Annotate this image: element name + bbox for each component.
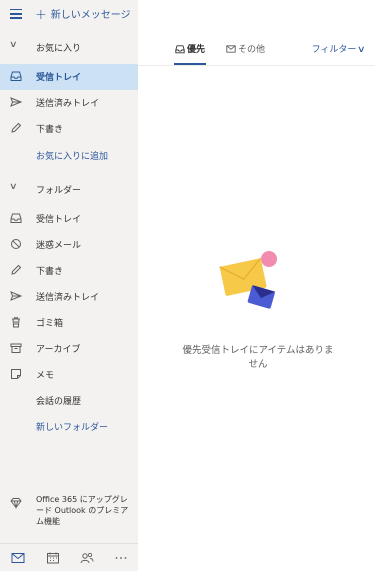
pencil-icon	[11, 264, 22, 275]
favorites-item-label: 送信済みトレイ	[36, 99, 100, 109]
folders-header[interactable]: ∨ フォルダー	[0, 179, 138, 201]
sent-icon	[10, 291, 22, 301]
folders-header-label: フォルダー	[36, 186, 82, 196]
folder-item-label: ゴミ箱	[36, 319, 64, 329]
people-icon[interactable]	[80, 552, 94, 564]
new-message-label: 新しいメッセージ	[50, 10, 131, 21]
folder-item-label: メモ	[36, 371, 55, 381]
tab-focused-label: 優先	[187, 45, 206, 55]
hamburger-menu-icon[interactable]	[10, 9, 22, 19]
favorites-item-label: 受信トレイ	[36, 73, 82, 83]
archive-icon	[10, 343, 22, 353]
folder-item-label: 送信済みトレイ	[36, 293, 100, 303]
mail-icon[interactable]	[11, 552, 25, 564]
favorites-header[interactable]: ∨ お気に入り	[0, 37, 138, 59]
folder-item-label: 下書き	[36, 267, 64, 277]
diamond-icon	[10, 498, 22, 509]
folder-item-label: アーカイブ	[36, 345, 81, 355]
empty-inbox-illustration	[219, 251, 277, 309]
tab-other-label: その他	[238, 45, 266, 55]
folder-item-drafts[interactable]: 下書き	[0, 258, 138, 284]
inbox-icon	[175, 45, 185, 54]
folder-item-label: 迷惑メール	[36, 241, 82, 251]
folder-item-sent[interactable]: 送信済みトレイ	[0, 284, 138, 310]
folder-item-label: 会話の履歴	[36, 397, 82, 407]
inbox-icon	[10, 71, 22, 81]
nav-toolbar: + 新しいメッセージ	[0, 0, 138, 28]
inbox-icon	[10, 213, 22, 223]
upgrade-promo[interactable]: Office 365 にアップグレード Outlook のプレミアム機能	[0, 494, 138, 530]
folder-item-conversation-history[interactable]: 会話の履歴	[0, 388, 138, 414]
mail-icon	[226, 45, 236, 53]
add-to-favorites-label: お気に入りに追加	[36, 152, 109, 162]
chevron-down-icon: ∨	[357, 45, 366, 55]
folder-item-label: 受信トレイ	[36, 215, 82, 225]
upgrade-promo-text: Office 365 にアップグレード Outlook のプレミアム機能	[36, 495, 129, 526]
block-icon	[11, 239, 21, 249]
trash-icon	[12, 317, 20, 328]
favorites-item-inbox[interactable]: 受信トレイ	[0, 64, 138, 90]
calendar-icon[interactable]	[46, 552, 60, 564]
folder-item-archive[interactable]: アーカイブ	[0, 336, 138, 362]
navigation-pane: + 新しいメッセージ ∨ お気に入り 受信トレイ 送信済みトレイ 下書き お気に入…	[0, 0, 138, 571]
filter-dropdown[interactable]: フィルター∨	[311, 42, 366, 55]
tab-focused[interactable]: 優先	[174, 42, 207, 65]
folder-item-inbox[interactable]: 受信トレイ	[0, 206, 138, 232]
sent-icon	[10, 97, 22, 107]
favorites-item-drafts[interactable]: 下書き	[0, 116, 138, 142]
empty-state-message: 優先受信トレイにアイテムはありません	[182, 345, 334, 370]
add-to-favorites-link[interactable]: お気に入りに追加	[0, 143, 138, 169]
inbox-tabs: 優先 その他 フィルター∨	[138, 30, 375, 66]
folder-item-junk[interactable]: 迷惑メール	[0, 232, 138, 258]
active-tab-indicator	[174, 63, 207, 65]
tab-other[interactable]: その他	[226, 42, 265, 62]
message-list-pane: 優先 その他 フィルター∨ 優先受信トレイにアイテムはありません	[138, 0, 375, 571]
favorites-item-sent[interactable]: 送信済みトレイ	[0, 90, 138, 116]
favorites-item-label: 下書き	[36, 125, 64, 135]
new-folder-label: 新しいフォルダー	[36, 423, 109, 433]
folder-item-trash[interactable]: ゴミ箱	[0, 310, 138, 336]
chevron-down-icon: ∨	[9, 182, 18, 192]
app-switcher-bar	[0, 543, 138, 571]
pencil-icon	[11, 122, 22, 133]
new-folder-link[interactable]: 新しいフォルダー	[0, 414, 138, 440]
new-message-button[interactable]: + 新しいメッセージ	[35, 6, 131, 23]
filter-label: フィルター	[311, 45, 357, 55]
favorites-header-label: お気に入り	[36, 44, 82, 54]
plus-icon: +	[35, 7, 47, 23]
folder-item-notes[interactable]: メモ	[0, 362, 138, 388]
note-icon	[11, 369, 21, 379]
chevron-down-icon: ∨	[9, 40, 18, 50]
more-icon[interactable]	[114, 552, 128, 564]
